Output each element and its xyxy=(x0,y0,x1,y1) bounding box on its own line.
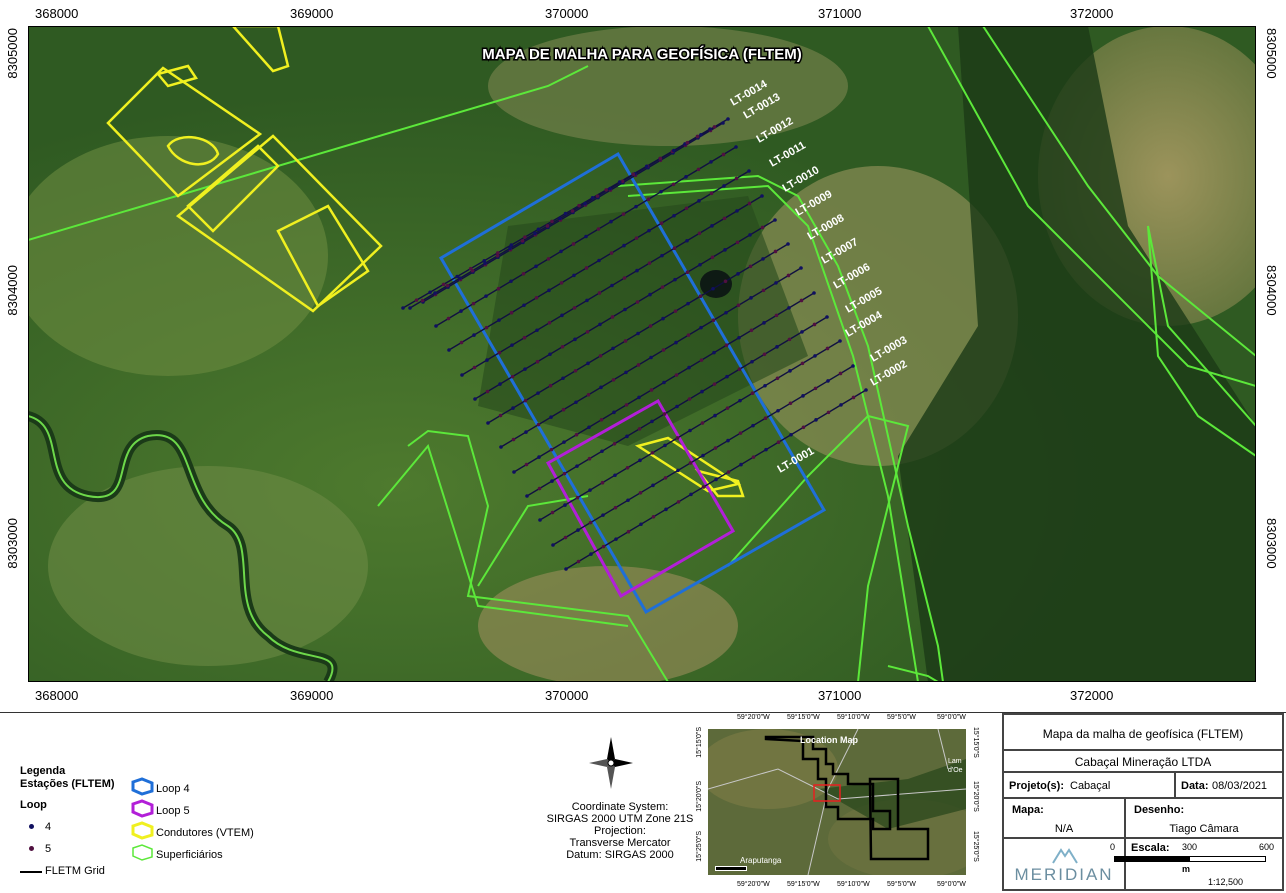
inset-left-tick: 15°20'0"S xyxy=(696,781,703,812)
inset-right-tick: 15°20'0"S xyxy=(972,781,979,812)
scale-ratio: 1:12,500 xyxy=(1208,877,1244,887)
inset-bottom-tick: 59°5'0"W xyxy=(887,881,916,888)
scale-unit: m xyxy=(1182,864,1191,874)
desenho-label: Desenho: xyxy=(1134,804,1185,816)
desenho-value: Tiago Câmara xyxy=(1169,823,1239,835)
x-tick-top: 372000 xyxy=(1070,6,1114,21)
logo-cell: MERIDIAN xyxy=(1003,838,1125,890)
project-cell: Projeto(s): Cabaçal xyxy=(1003,772,1175,798)
project-value: Cabaçal xyxy=(1070,780,1111,792)
legend-item-superficiarios: Superficiários xyxy=(156,849,223,861)
legend-item-loop4: Loop 4 xyxy=(156,783,190,795)
scale-label: Escala: xyxy=(1131,842,1170,854)
legend-item-loop5: Loop 5 xyxy=(156,805,190,817)
mapa-cell: Mapa: N/A xyxy=(1003,798,1125,838)
date-cell: Data: 08/03/2021 xyxy=(1175,772,1283,798)
x-tick-bottom: 368000 xyxy=(35,688,79,703)
legend-loop-5-value: 5 xyxy=(45,843,52,855)
scale-cell: Escala: 0 300 600 m 1:12,500 xyxy=(1110,838,1283,890)
y-tick-left: 8303000 xyxy=(5,518,20,569)
x-tick-top: 371000 xyxy=(818,6,862,21)
meridian-logo-icon xyxy=(1052,848,1078,864)
legend-item-condutores: Condutores (VTEM) xyxy=(156,827,254,839)
project-label: Projeto(s): xyxy=(1009,780,1064,792)
inset-bottom-tick: 59°10'0"W xyxy=(837,881,870,888)
x-tick-top: 369000 xyxy=(290,6,334,21)
inset-map: 59°20'0"W 59°15'0"W 59°10'0"W 59°5'0"W 5… xyxy=(680,713,992,893)
mapa-label: Mapa: xyxy=(1012,804,1044,816)
station-5-symbol xyxy=(29,846,34,851)
inset-town-label: Araputanga xyxy=(740,856,782,865)
meridian-logo: MERIDIAN xyxy=(1014,865,1114,884)
north-arrow-icon xyxy=(589,737,633,789)
title-block-title-cell: Mapa da malha de geofísica (FLTEM) xyxy=(1003,714,1283,750)
legend-grid-label: FLETM Grid xyxy=(45,865,105,877)
title-block: Mapa da malha de geofísica (FLTEM) Cabaç… xyxy=(1002,713,1284,891)
station-4-symbol xyxy=(29,824,34,829)
legend-stations-heading: Estações (FLTEM) xyxy=(20,778,115,790)
legend-loop-heading: Loop xyxy=(20,799,47,811)
loop-4-swatch xyxy=(131,777,154,796)
scale-tick-600: 600 xyxy=(1259,842,1275,852)
inset-top-tick: 59°10'0"W xyxy=(837,714,870,721)
inset-title: Location Map xyxy=(800,735,858,745)
bottom-panel: Legenda Estações (FLTEM) Loop 4 5 FLETM … xyxy=(0,712,1286,893)
grid-line-symbol xyxy=(20,871,42,873)
scale-bar-white xyxy=(1189,856,1266,862)
x-tick-bottom: 372000 xyxy=(1070,688,1114,703)
loop-5-swatch xyxy=(131,799,154,818)
inset-bottom-tick: 59°0'0"W xyxy=(937,881,966,888)
title-block-company: Cabaçal Mineração LTDA xyxy=(1074,755,1212,769)
x-tick-top: 370000 xyxy=(545,6,589,21)
x-tick-top: 368000 xyxy=(35,6,79,21)
y-tick-right: 8303000 xyxy=(1264,518,1279,569)
scale-bar-black xyxy=(1114,856,1191,862)
desenho-cell: Desenho: Tiago Câmara xyxy=(1125,798,1283,838)
date-value: 08/03/2021 xyxy=(1212,780,1268,792)
y-tick-left: 8304000 xyxy=(5,265,20,316)
inset-right-tick: 15°25'0"S xyxy=(972,831,979,862)
inset-town-label: Lam d'Oe xyxy=(948,758,963,774)
inset-top-tick: 59°15'0"W xyxy=(787,714,820,721)
inset-scalebar xyxy=(715,866,747,871)
superficiarios-swatch xyxy=(132,844,153,861)
map-border xyxy=(28,26,1256,682)
date-label: Data: xyxy=(1181,780,1209,792)
mapa-value: N/A xyxy=(1054,823,1074,835)
inset-left-tick: 15°25'0"S xyxy=(696,831,703,862)
scale-tick-300: 300 xyxy=(1182,842,1198,852)
legend-loop-4-value: 4 xyxy=(45,821,52,833)
inset-right-tick: 15°15'0"S xyxy=(972,727,979,758)
scale-tick-0: 0 xyxy=(1110,842,1116,852)
y-tick-right: 8304000 xyxy=(1264,265,1279,316)
condutores-swatch xyxy=(131,821,154,840)
title-block-title: Mapa da malha de geofísica (FLTEM) xyxy=(1042,727,1244,741)
inset-top-tick: 59°20'0"W xyxy=(737,714,770,721)
y-tick-right: 8305000 xyxy=(1264,28,1279,79)
inset-bottom-tick: 59°20'0"W xyxy=(737,881,770,888)
x-tick-bottom: 371000 xyxy=(818,688,862,703)
inset-left-tick: 15°15'0"S xyxy=(696,727,703,758)
inset-top-tick: 59°5'0"W xyxy=(887,714,916,721)
x-tick-bottom: 370000 xyxy=(545,688,589,703)
x-tick-bottom: 369000 xyxy=(290,688,334,703)
legend-swatches xyxy=(131,777,154,861)
inset-map-image xyxy=(708,729,966,875)
legend-heading: Legenda xyxy=(20,765,66,777)
title-block-company-cell: Cabaçal Mineração LTDA xyxy=(1003,750,1283,772)
inset-bottom-tick: 59°15'0"W xyxy=(787,881,820,888)
y-tick-left: 8305000 xyxy=(5,28,20,79)
inset-top-tick: 59°0'0"W xyxy=(937,714,966,721)
